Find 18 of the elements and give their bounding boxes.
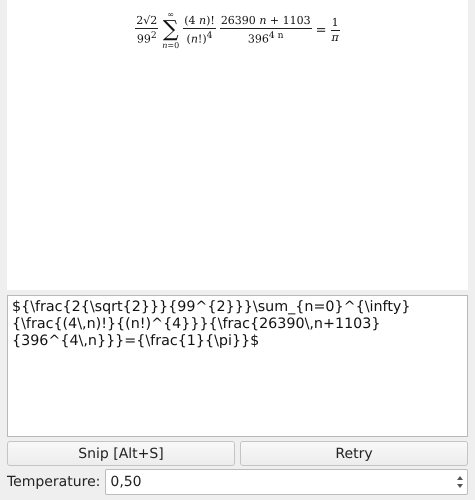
sum-upper-limit: ∞ [167, 10, 174, 19]
fraction-denominator: 99$^{2}$ [136, 28, 158, 46]
spin-arrows-icon[interactable] [456, 474, 464, 490]
fraction-numerator: 2√2 [135, 14, 158, 28]
fraction-numerator: (4 n)! [183, 14, 216, 28]
temperature-label: Temperature: [7, 474, 100, 490]
sum-lower-limit: n=0 [162, 41, 180, 50]
snip-button[interactable]: Snip [Alt+S] [7, 441, 235, 466]
fraction-denominator: 396$^{4 n}$ [246, 28, 285, 46]
fraction-denominator: (n!)$^{4}$ [186, 28, 214, 46]
latex-text-area[interactable]: ${\frac{2{\sqrt{2}}}{99^{2}}}\sum_{n=0}^{\infty}{\frac{(4\,n)!}{(n!)^{4}}}{\frac{26390\,n+1103}{396^{4\,n}}}={\frac{1}{\pi}}$ [7, 295, 468, 437]
fraction-denominator: π [330, 30, 340, 44]
sum-symbol: ∑ [162, 19, 179, 41]
fraction-numerator: 26390 n + 1103 [220, 14, 312, 28]
temperature-spinbox[interactable]: 0,50 [105, 469, 468, 495]
retry-button[interactable]: Retry [240, 441, 468, 466]
fraction-numerator: 1 [330, 16, 340, 30]
equals-sign: = [316, 22, 327, 38]
